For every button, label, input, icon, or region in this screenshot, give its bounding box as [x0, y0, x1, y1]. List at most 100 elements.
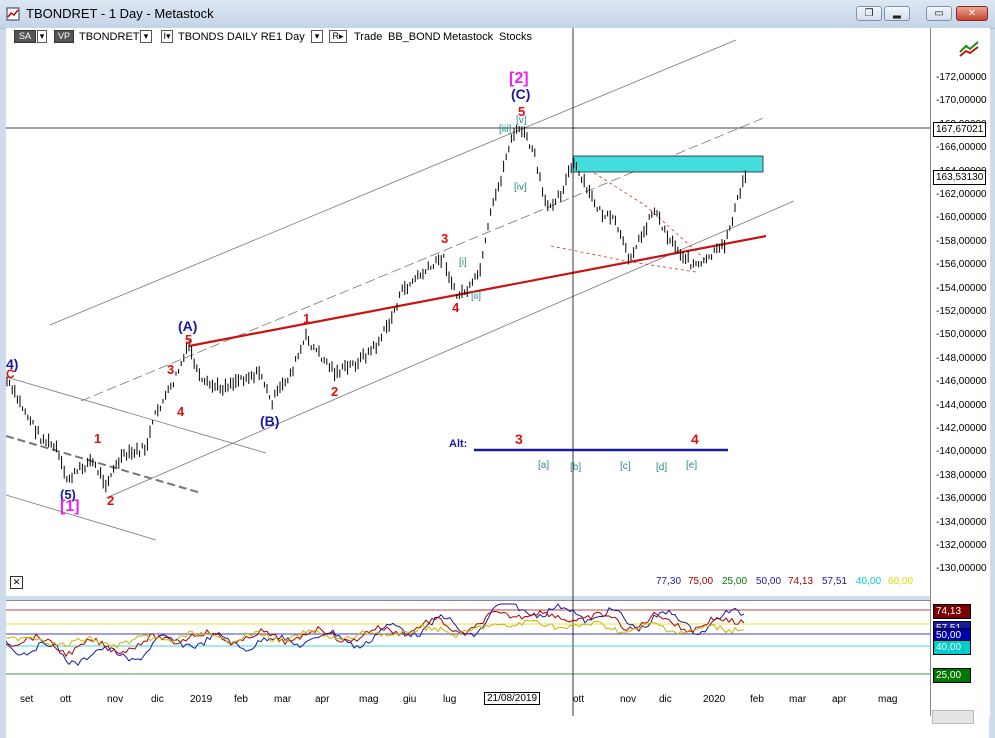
date-tick: feb — [750, 694, 764, 705]
date-tick: lug — [443, 694, 457, 705]
wave-label-iv: [iv] — [514, 182, 527, 193]
price-tick: -142,00000 — [936, 423, 987, 434]
wave-label-5-A: 5 — [185, 332, 193, 347]
price-tick: -150,00000 — [936, 329, 987, 341]
wave-label-C: (C) — [511, 86, 531, 102]
price-chart-svg — [6, 28, 930, 716]
wave-label-4-A: 4 — [177, 404, 185, 419]
wave-label-B: (B) — [260, 413, 280, 429]
alt-wave-4: 4 — [691, 431, 699, 447]
chart-window: SA ▾ VP TBONDRET ▾ I▾ TBONDS DAILY RE 1 … — [6, 28, 990, 738]
restore-icon[interactable]: ❐ — [856, 6, 882, 21]
date-tick: mag — [878, 694, 898, 705]
date-tick: giu — [403, 694, 417, 705]
alt-wave-3: 3 — [515, 431, 523, 447]
date-tick: mar — [789, 694, 807, 705]
triangle-upper — [573, 159, 707, 261]
ind-val-8: 60,00 — [888, 576, 914, 587]
ind-val-3: 25,00 — [722, 576, 748, 587]
price-tick: -172,00000 — [936, 72, 987, 83]
left-channel-top — [6, 376, 267, 454]
date-axis[interactable] — [6, 716, 989, 738]
ind-box-25: 25,00 — [933, 668, 971, 683]
wave-label-C-left: C — [6, 367, 15, 381]
wave-label-iii: [iii] — [499, 124, 512, 135]
wave-label-4: 4 — [452, 300, 460, 315]
date-tick: ott — [60, 694, 72, 705]
price-tick: -130,00000 — [936, 563, 987, 575]
date-tick: nov — [620, 694, 637, 705]
indicator-lines — [6, 603, 745, 667]
wave-label-1-bracket: [1] — [60, 498, 80, 515]
ind-box-40: 40,00 — [933, 640, 971, 655]
horizontal-scrollbar[interactable] — [932, 710, 974, 724]
date-tick: 2020 — [703, 694, 726, 705]
price-tick: -158,00000 — [936, 235, 987, 247]
price-tick: -166,00000 — [936, 142, 987, 154]
price-tick: -144,00000 — [936, 399, 987, 411]
ind-val-4: 50,00 — [756, 576, 782, 587]
price-tick: -132,00000 — [936, 540, 987, 551]
price-tick: -136,00000 — [936, 493, 987, 505]
price-tick: -140,00000 — [936, 446, 987, 458]
date-tick: set — [20, 694, 34, 705]
wave-label-a: [a] — [538, 460, 550, 471]
price-tick: -160,00000 — [936, 212, 987, 224]
date-tick: nov — [107, 694, 124, 705]
wave-label-2-left: 2 — [107, 493, 115, 508]
price-tick: -146,00000 — [936, 376, 987, 388]
ind-val-5: 74,13 — [788, 576, 814, 587]
wave-label-c: [c] — [620, 461, 631, 472]
wave-label-3: 3 — [441, 231, 449, 246]
ind-val-2: 75,00 — [688, 576, 714, 587]
ind-box-74: 74,13 — [933, 604, 971, 619]
price-tick: -134,00000 — [936, 516, 987, 528]
app-icon — [6, 7, 20, 21]
price-bars — [6, 124, 746, 493]
title-bar: TBONDRET - 1 Day - Metastock ❐ ▂ ▭ ✕ — [0, 0, 995, 29]
close-indicator-icon[interactable]: ✕ — [10, 576, 23, 589]
price-tick: -138,00000 — [936, 469, 987, 481]
wave-label-3-A: 3 — [167, 362, 175, 377]
window-title: TBONDRET - 1 Day - Metastock — [26, 6, 214, 21]
alt-label: Alt: — [449, 438, 468, 450]
date-tick: mar — [274, 694, 292, 705]
wave-label-b: [b] — [570, 462, 582, 473]
date-tick: dic — [659, 694, 672, 705]
price-tick: -152,00000 — [936, 306, 987, 317]
date-tick: 2019 — [190, 694, 213, 705]
oscillator-line — [6, 603, 745, 667]
ind-val-7: 40,00 — [856, 576, 882, 587]
wave-label-d: [d] — [656, 462, 668, 473]
crosshair-date-box: 21/08/2019 — [484, 692, 541, 705]
wave-label-1-left: 1 — [94, 431, 102, 446]
price-tick: -162,00000 — [936, 189, 987, 200]
price-tick: -156,00000 — [936, 259, 987, 271]
wave-label-1-mid: 1 — [303, 311, 311, 326]
last-price-box: 163,53130 — [933, 170, 987, 185]
target-zone-box[interactable] — [572, 155, 764, 173]
wave-label-2-mid: 2 — [331, 384, 339, 399]
date-tick: dic — [151, 694, 164, 705]
wave-label-ii: [ii] — [471, 291, 481, 302]
crosshair-price-box: 167,67021 — [933, 122, 987, 137]
ind-val-6: 57,51 — [822, 576, 848, 587]
wave-label-i: [i] — [459, 257, 467, 268]
left-channel-bottom — [6, 494, 157, 541]
close-icon[interactable]: ✕ — [956, 6, 988, 21]
price-tick: -148,00000 — [936, 352, 987, 364]
date-tick: ott — [573, 694, 585, 705]
date-tick: feb — [234, 694, 248, 705]
ind-val-1: 77,30 — [656, 576, 682, 587]
price-tick: -170,00000 — [936, 95, 987, 107]
price-tick: -154,00000 — [936, 282, 987, 294]
wave-label-v: [v] — [516, 115, 527, 126]
upper-channel-line — [49, 39, 737, 326]
date-tick: apr — [315, 694, 330, 705]
minimize-icon[interactable]: ▂ — [884, 6, 910, 21]
wave-label-e: [e] — [686, 460, 698, 471]
maximize-icon[interactable]: ▭ — [926, 6, 952, 21]
date-tick: apr — [832, 694, 847, 705]
date-tick: mag — [359, 694, 379, 705]
lower-channel-line — [105, 200, 795, 499]
